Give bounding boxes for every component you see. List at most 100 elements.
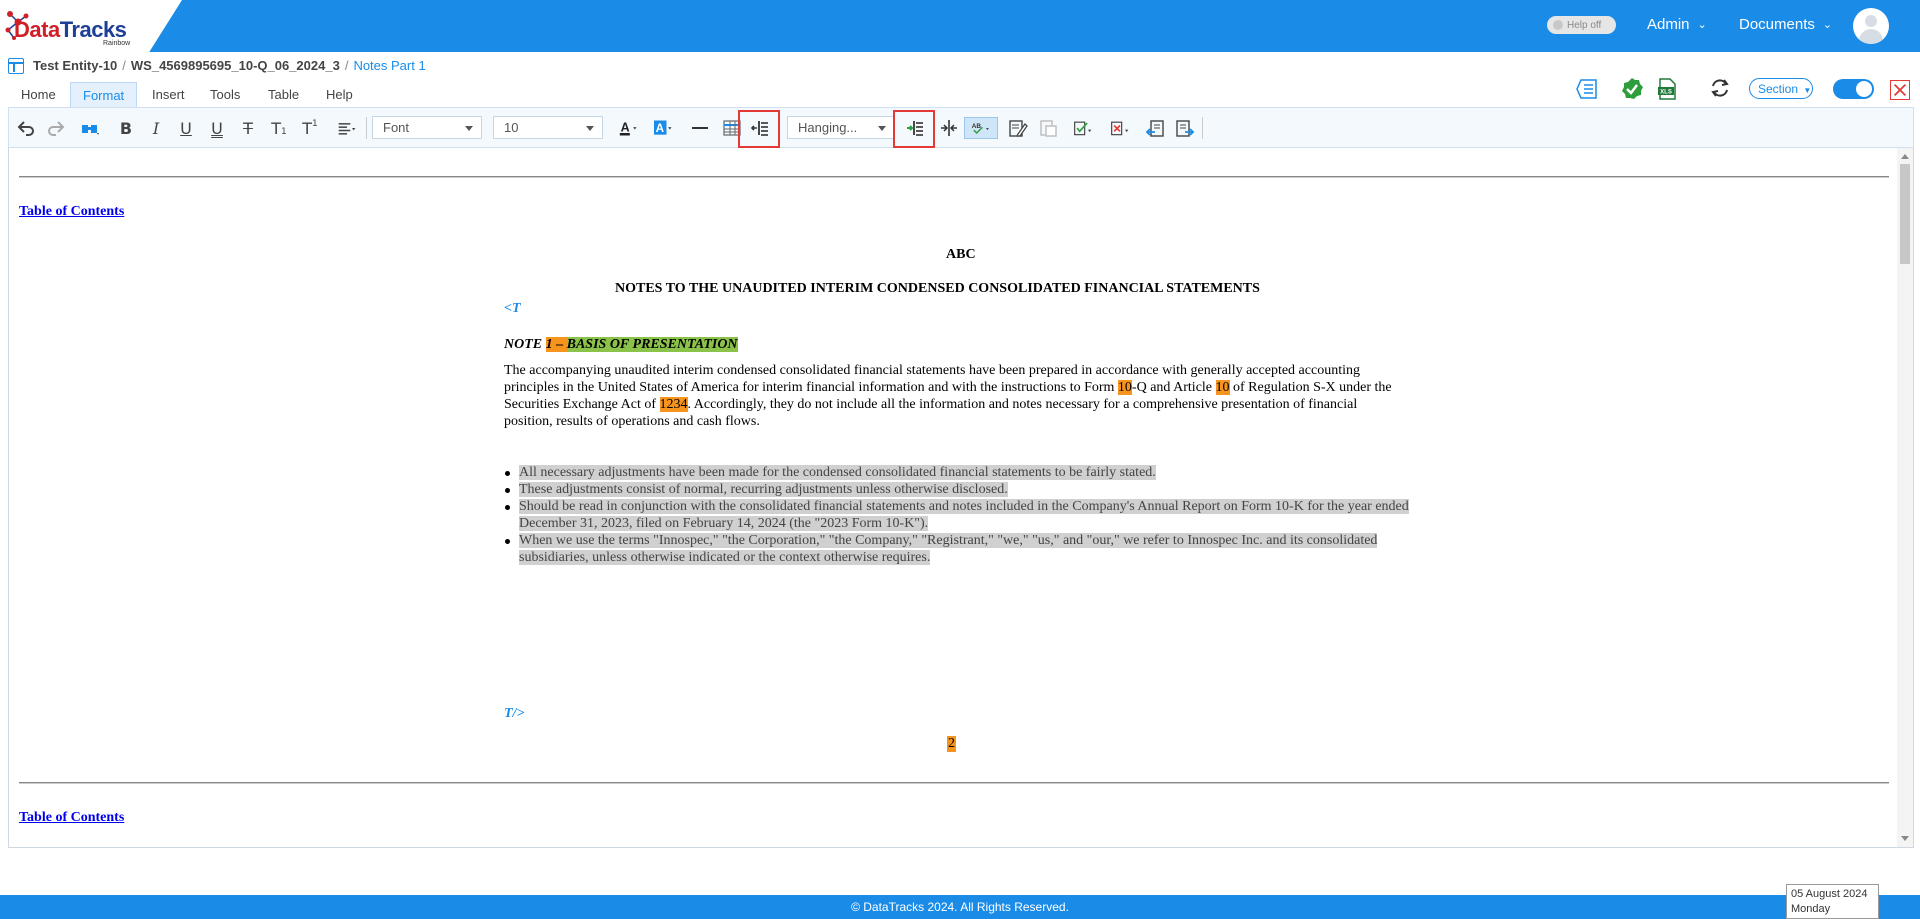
tagged-value[interactable]: 1234 — [659, 397, 688, 412]
breadcrumb-separator: / — [122, 58, 126, 73]
note-heading-text[interactable]: BASIS OF PRESENTATION — [566, 337, 738, 352]
excel-export-icon[interactable]: XLS — [1655, 77, 1679, 101]
increase-indent-icon[interactable] — [904, 117, 926, 139]
horizontal-line-icon[interactable] — [689, 117, 711, 139]
caret-down-icon: ▼ — [1803, 86, 1812, 95]
help-toggle-label: Help off — [1567, 19, 1602, 31]
export-right-icon[interactable] — [1174, 117, 1196, 139]
avatar-head-icon — [1865, 15, 1877, 27]
refresh-icon[interactable] — [1708, 76, 1732, 100]
scroll-down-icon[interactable] — [1901, 836, 1909, 841]
tag-open-marker[interactable]: <T — [504, 301, 521, 317]
tab-insert[interactable]: Insert — [140, 82, 197, 107]
export-left-icon[interactable] — [1144, 117, 1166, 139]
company-name: ABC — [946, 247, 976, 262]
breadcrumb-path: Test Entity-10 / WS_4569895695_10-Q_06_202… — [33, 58, 426, 73]
decrease-indent-icon[interactable] — [749, 117, 771, 139]
tagged-value[interactable]: 10 — [1117, 380, 1132, 395]
list-item[interactable]: When we use the terms "Innospec," "the C… — [504, 532, 1409, 566]
top-header: DataTracks Rainbow Help off Admin ⌄ Docu… — [0, 0, 1920, 52]
tab-home[interactable]: Home — [9, 82, 68, 107]
list-item[interactable]: Should be read in conjunction with the c… — [504, 498, 1409, 532]
paste-icon[interactable] — [1037, 117, 1059, 139]
edit-note-icon[interactable] — [1007, 117, 1029, 139]
scroll-up-icon[interactable] — [1901, 154, 1909, 159]
subscript-icon[interactable]: T1 — [268, 117, 290, 139]
bold-icon[interactable]: B — [115, 117, 137, 139]
breadcrumb-entity[interactable]: Test Entity-10 — [33, 58, 117, 73]
admin-menu[interactable]: Admin ⌄ — [1647, 16, 1707, 33]
font-select-value: Font — [383, 120, 410, 135]
font-color-icon[interactable]: A — [615, 117, 643, 139]
tab-table[interactable]: Table — [256, 82, 311, 107]
workspace-icon — [8, 58, 24, 74]
document-heading: NOTES TO THE UNAUDITED INTERIM CONDENSED… — [615, 281, 1260, 296]
indent-select-value: Hanging... — [798, 120, 858, 135]
date-text: 05 August 2024 — [1791, 888, 1868, 900]
font-select[interactable]: Font — [372, 116, 482, 139]
toolbar-divider — [1202, 117, 1203, 139]
logo[interactable]: DataTracks Rainbow — [0, 0, 182, 52]
approve-icon[interactable] — [1069, 117, 1097, 139]
document-editor[interactable]: Table of Contents ABC NOTES TO THE UNAUD… — [8, 148, 1914, 848]
font-size-select[interactable]: 10 — [493, 116, 603, 139]
list-item[interactable]: All necessary adjustments have been made… — [504, 464, 1409, 481]
breadcrumb-separator: / — [344, 58, 349, 73]
underline-icon[interactable]: U — [175, 117, 197, 139]
spellcheck-icon[interactable]: AB — [964, 117, 998, 139]
note-paragraph[interactable]: The accompanying unaudited interim conde… — [504, 362, 1409, 430]
toggle-knob-icon — [1553, 20, 1563, 30]
list-item[interactable]: These adjustments consist of normal, rec… — [504, 481, 1409, 498]
svg-text:XLS: XLS — [1660, 90, 1672, 96]
page-separator — [19, 176, 1889, 178]
indent-select[interactable]: Hanging... — [787, 116, 895, 139]
section-dropdown-label: Section — [1758, 82, 1799, 96]
chevron-down-icon: ⌄ — [1822, 19, 1833, 31]
section-dropdown[interactable]: Section ▼ — [1749, 78, 1813, 99]
breadcrumb-current: Notes Part 1 — [353, 58, 426, 73]
svg-text:A: A — [656, 122, 665, 135]
documents-menu[interactable]: Documents ⌄ — [1739, 16, 1832, 33]
help-toggle[interactable]: Help off — [1547, 16, 1616, 34]
tagged-value[interactable]: 10 — [1215, 380, 1230, 395]
logo-subtitle: Rainbow — [103, 40, 131, 47]
vertical-scrollbar[interactable] — [1897, 148, 1913, 847]
find-replace-icon[interactable] — [79, 117, 101, 139]
page-number: 2 — [947, 736, 956, 752]
note-number[interactable]: 1 — [545, 337, 553, 352]
view-toggle[interactable] — [1833, 79, 1874, 99]
italic-icon[interactable]: I — [145, 117, 167, 139]
date-tooltip: 05 August 2024 Monday — [1786, 884, 1879, 919]
column-split-icon[interactable] — [938, 117, 960, 139]
avatar-body-icon — [1859, 29, 1883, 44]
caret-down-icon — [465, 126, 473, 131]
double-underline-icon[interactable]: U — [206, 117, 228, 139]
breadcrumb: Test Entity-10 / WS_4569895695_10-Q_06_202… — [0, 52, 1920, 80]
user-avatar[interactable] — [1853, 8, 1889, 44]
caret-down-icon — [586, 126, 594, 131]
redo-icon[interactable] — [45, 117, 67, 139]
chevron-down-icon: ⌄ — [1697, 19, 1707, 31]
strikethrough-icon[interactable]: T — [237, 117, 259, 139]
font-size-value: 10 — [504, 120, 519, 135]
table-of-contents-link[interactable]: Table of Contents — [19, 204, 124, 220]
highlight-color-icon[interactable]: A — [650, 117, 678, 139]
close-icon[interactable] — [1890, 80, 1910, 100]
align-icon[interactable] — [333, 117, 361, 139]
note-dash: – — [552, 337, 567, 352]
scrollbar-thumb[interactable] — [1900, 164, 1910, 264]
tab-format[interactable]: Format — [70, 82, 138, 107]
admin-label: Admin — [1647, 16, 1690, 33]
documents-label: Documents — [1739, 16, 1815, 33]
reject-icon[interactable] — [1106, 117, 1134, 139]
validate-check-icon[interactable] — [1620, 77, 1644, 101]
tab-tools[interactable]: Tools — [198, 82, 252, 107]
superscript-icon[interactable]: T1 — [299, 117, 321, 139]
page-separator — [19, 782, 1889, 784]
table-of-contents-link[interactable]: Table of Contents — [19, 810, 124, 826]
tab-help[interactable]: Help — [314, 82, 365, 107]
breadcrumb-workspace[interactable]: WS_4569895695_10-Q_06_2024_3 — [131, 58, 340, 73]
undo-icon[interactable] — [15, 117, 37, 139]
tag-close-marker[interactable]: T/> — [504, 706, 524, 722]
comments-panel-icon[interactable] — [1574, 77, 1598, 101]
